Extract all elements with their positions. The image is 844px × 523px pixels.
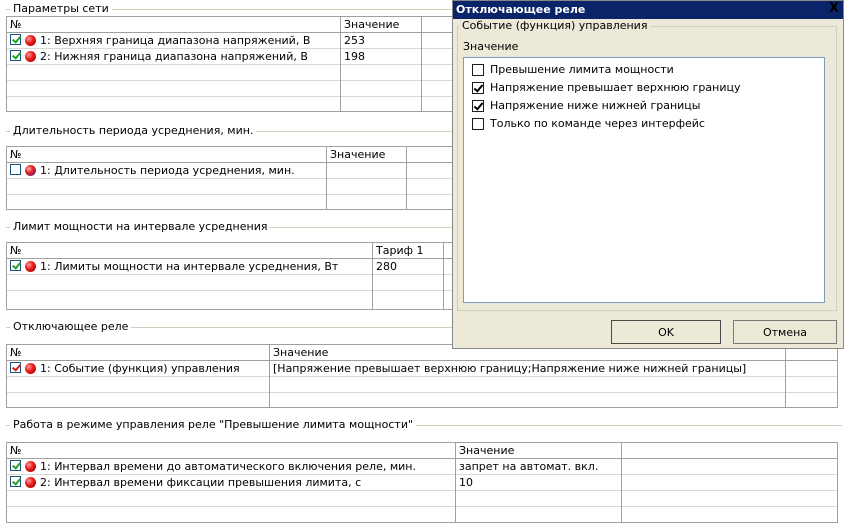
col-number-header[interactable]: № xyxy=(7,443,455,458)
close-icon[interactable]: X xyxy=(827,2,841,16)
row-label: 1: Интервал времени до автоматического в… xyxy=(40,460,416,473)
row-label: 2: Интервал времени фиксации превышения … xyxy=(40,476,362,489)
group-title: Отключающее реле xyxy=(10,320,132,334)
row-label: 1: Событие (функция) управления xyxy=(40,362,240,375)
parameter-status-icon xyxy=(25,165,36,176)
parameter-status-icon xyxy=(25,363,36,374)
col-value-header[interactable]: Значение xyxy=(456,443,616,458)
value-subheader: Значение xyxy=(463,40,519,53)
row-value[interactable]: 198 xyxy=(341,49,421,64)
col-number-header[interactable]: № xyxy=(7,345,269,360)
parameter-status-icon xyxy=(25,51,36,62)
group-title: Параметры сети xyxy=(10,2,112,16)
group-title: Работа в режиме управления реле "Превыше… xyxy=(10,418,417,432)
row-checkbox[interactable] xyxy=(10,460,21,471)
row-checkbox[interactable] xyxy=(10,34,21,45)
row-label: 1: Верхняя граница диапазона напряжений,… xyxy=(40,34,311,47)
row-label: 1: Длительность периода усреднения, мин. xyxy=(40,164,295,177)
row-label: 1: Лимиты мощности на интервале усреднен… xyxy=(40,260,339,273)
relay-event-dialog: Отключающее реле X Событие (функция) упр… xyxy=(452,0,844,349)
table-header: № Значение xyxy=(7,443,837,459)
dialog-title: Отключающее реле xyxy=(456,3,586,16)
col-value-header[interactable]: Значение xyxy=(341,17,421,32)
parameter-status-icon xyxy=(25,261,36,272)
option-checkbox[interactable] xyxy=(472,64,484,76)
row-value[interactable] xyxy=(327,163,407,178)
parameter-status-icon xyxy=(25,35,36,46)
col-tariff1-header[interactable]: Тариф 1 xyxy=(373,243,443,258)
option-checkbox[interactable] xyxy=(472,118,484,130)
option-label: Напряжение ниже нижней границы xyxy=(490,99,701,112)
dialog-titlebar[interactable]: Отключающее реле X xyxy=(453,1,843,19)
group-title: Длительность периода усреднения, мин. xyxy=(10,124,257,138)
row-value[interactable]: 10 xyxy=(456,475,621,490)
col-value-header[interactable]: Значение xyxy=(327,147,407,162)
row-checkbox[interactable] xyxy=(10,362,21,373)
col-number-header[interactable]: № xyxy=(7,243,372,258)
control-event-group: Событие (функция) управления Значение Пр… xyxy=(457,19,837,311)
row-value[interactable]: 253 xyxy=(341,33,421,48)
ok-button[interactable]: OK xyxy=(611,320,721,344)
row-checkbox[interactable] xyxy=(10,476,21,487)
group-title: Событие (функция) управления xyxy=(459,19,651,33)
parameter-status-icon xyxy=(25,477,36,488)
group-relay-mode: Работа в режиме управления реле "Превыше… xyxy=(6,418,842,523)
option-label: Напряжение превышает верхнюю границу xyxy=(490,81,741,94)
row-value[interactable]: [Напряжение превышает верхнюю границу;На… xyxy=(270,361,780,376)
table-row[interactable]: 1: Событие (функция) управления [Напряже… xyxy=(7,361,837,377)
option-label: Превышение лимита мощности xyxy=(490,63,674,76)
col-number-header[interactable]: № xyxy=(7,147,325,162)
relay-table: № Значение 1: Событие (функция) управлен… xyxy=(6,344,838,408)
row-checkbox[interactable] xyxy=(10,50,21,61)
relay-mode-table: № Значение 1: Интервал времени до автома… xyxy=(6,442,838,523)
parameter-status-icon xyxy=(25,461,36,472)
cancel-button[interactable]: Отмена xyxy=(733,320,837,344)
row-label: 2: Нижняя граница диапазона напряжений, … xyxy=(40,50,308,63)
row-value[interactable]: 280 xyxy=(373,259,443,274)
row-checkbox[interactable] xyxy=(10,260,21,271)
group-title: Лимит мощности на интервале усреднения xyxy=(10,220,271,234)
table-row[interactable]: 1: Интервал времени до автоматического в… xyxy=(7,459,837,475)
table-row xyxy=(7,491,837,507)
option-checkbox[interactable] xyxy=(472,100,484,112)
table-row[interactable]: 2: Интервал времени фиксации превышения … xyxy=(7,475,837,491)
row-checkbox[interactable] xyxy=(10,164,21,175)
event-options-list[interactable]: Превышение лимита мощности Напряжение пр… xyxy=(463,57,825,303)
table-row xyxy=(7,377,837,393)
option-checkbox[interactable] xyxy=(472,82,484,94)
option-label: Только по команде через интерфейс xyxy=(490,117,705,130)
row-value[interactable]: запрет на автомат. вкл. xyxy=(456,459,621,474)
col-number-header[interactable]: № xyxy=(7,17,340,32)
